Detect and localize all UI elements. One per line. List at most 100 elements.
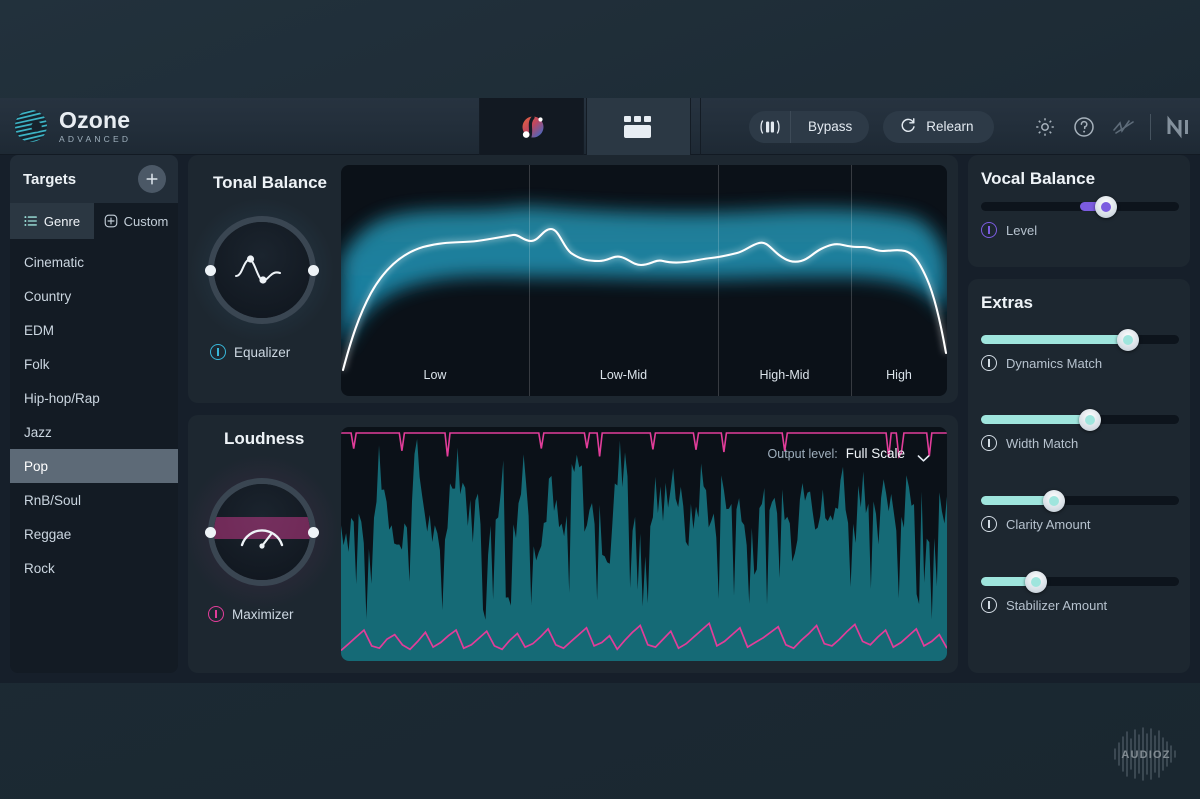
equalizer-caption[interactable]: Equalizer [210, 344, 290, 360]
vocal-level-slider-row: Level [981, 195, 1179, 238]
vocal-balance-title: Vocal Balance [981, 169, 1096, 188]
power-icon[interactable] [981, 222, 997, 238]
modules-grid-icon [623, 115, 654, 138]
vocal-level-label-row[interactable]: Level [981, 222, 1179, 238]
vocal-level-slider-thumb[interactable] [1094, 195, 1117, 218]
header-icon-group [1033, 98, 1190, 155]
vocal-level-label: Level [1006, 222, 1038, 238]
ozone-logo-icon [12, 107, 50, 145]
power-icon[interactable] [208, 606, 224, 622]
tonal-balance-graph[interactable]: Low Low-Mid High-Mid High [341, 165, 947, 396]
genre-item-hiphop-rap[interactable]: Hip-hop/Rap [10, 381, 178, 415]
output-level-value: Full Scale [845, 446, 905, 461]
ozone-logo-subtitle: ADVANCED [59, 133, 132, 144]
center-column: Tonal Balance Equalizer Low Low-Mid High… [182, 155, 958, 673]
width-match-row: Width Match [981, 408, 1179, 451]
equalizer-knob-min-dot [205, 264, 216, 276]
band-divider-1 [529, 165, 530, 396]
band-label-high-mid: High-Mid [759, 368, 810, 382]
vocal-level-slider[interactable] [981, 195, 1179, 218]
clarity-amount-label-row[interactable]: Clarity Amount [981, 516, 1179, 532]
dynamics-match-slider-thumb[interactable] [1116, 328, 1139, 351]
refresh-icon [899, 116, 917, 137]
genre-item-pop[interactable]: Pop [10, 449, 178, 483]
width-match-slider[interactable] [981, 408, 1179, 431]
ozone-logo-title: Ozone [59, 106, 131, 133]
app-root: Ozone ADVANCED Bypass Relearn Targets Ge… [0, 0, 1200, 799]
power-icon[interactable] [981, 355, 997, 371]
clarity-amount-slider[interactable] [981, 489, 1179, 512]
power-icon[interactable] [981, 435, 997, 451]
output-level-control[interactable]: Output level: Full Scale [767, 446, 930, 462]
power-icon[interactable] [210, 344, 226, 360]
genre-item-cinematic[interactable]: Cinematic [10, 245, 178, 279]
eq-curve-icon [214, 222, 310, 318]
bypass-button[interactable]: Bypass [791, 111, 869, 143]
signal-wave-icon[interactable] [1111, 115, 1135, 139]
header-divider [1150, 113, 1151, 140]
spectrum-plot [341, 206, 947, 372]
genre-item-edm[interactable]: EDM [10, 313, 178, 347]
right-column: Vocal Balance Level Extras Dynamics Matc… [968, 155, 1190, 673]
maximizer-label: Maximizer [232, 606, 294, 622]
maximizer-knob[interactable] [205, 478, 319, 586]
assistant-orb-icon [517, 112, 547, 142]
stabilizer-amount-label: Stabilizer Amount [1006, 597, 1108, 613]
targets-tabs: Genre Custom [10, 203, 178, 239]
ozone-logo: Ozone ADVANCED [12, 107, 131, 145]
tab-master-assistant[interactable] [479, 98, 584, 155]
genre-item-folk[interactable]: Folk [10, 347, 178, 381]
gauge-icon [214, 484, 310, 580]
dynamics-match-label: Dynamics Match [1006, 355, 1103, 371]
maximizer-knob-group: Maximizer [182, 452, 342, 622]
bypass-group[interactable]: Bypass [749, 110, 870, 143]
band-label-low-mid: Low-Mid [599, 368, 648, 382]
power-icon[interactable] [981, 516, 997, 532]
output-level-label: Output level: [767, 446, 838, 461]
tab-genre-label: Genre [43, 213, 81, 229]
native-instruments-logo [1166, 115, 1190, 139]
tonal-balance-title: Tonal Balance [213, 173, 327, 192]
vocal-balance-card: Vocal Balance Level [968, 155, 1190, 267]
genre-item-reggae[interactable]: Reggae [10, 517, 178, 551]
watermark-waveform-icon: AUDIOZ [1114, 727, 1176, 781]
gear-icon[interactable] [1033, 115, 1057, 139]
stabilizer-amount-slider[interactable] [981, 570, 1179, 593]
tab-modules[interactable] [586, 98, 691, 155]
dynamics-match-slider[interactable] [981, 328, 1179, 351]
genre-item-jazz[interactable]: Jazz [10, 415, 178, 449]
tab-genre[interactable]: Genre [10, 203, 94, 239]
add-target-button[interactable] [138, 165, 166, 193]
dynamics-match-label-row[interactable]: Dynamics Match [981, 355, 1179, 371]
maximizer-knob-min-dot [205, 526, 216, 538]
genre-item-rock[interactable]: Rock [10, 551, 178, 585]
plus-circle-icon [104, 214, 118, 228]
band-divider-3 [851, 165, 852, 396]
stabilizer-amount-label-row[interactable]: Stabilizer Amount [981, 597, 1179, 613]
extras-title: Extras [981, 293, 1033, 312]
plugin-header: Ozone ADVANCED Bypass Relearn [0, 98, 1200, 155]
help-circle-icon[interactable] [1072, 115, 1096, 139]
equalizer-knob-max-dot [308, 264, 319, 276]
ab-compare-icon[interactable] [749, 110, 791, 143]
maximizer-caption[interactable]: Maximizer [208, 606, 294, 622]
clarity-amount-slider-thumb[interactable] [1043, 489, 1066, 512]
plugin-body: Targets Genre Custom Cinematic Country E… [0, 155, 1200, 683]
genre-item-country[interactable]: Country [10, 279, 178, 313]
equalizer-knob[interactable] [205, 216, 319, 324]
relearn-button[interactable]: Relearn [883, 110, 994, 143]
stabilizer-amount-row: Stabilizer Amount [981, 570, 1179, 613]
width-match-label-row[interactable]: Width Match [981, 435, 1179, 451]
power-icon[interactable] [981, 597, 997, 613]
width-match-slider-thumb[interactable] [1078, 408, 1101, 431]
ozone-plugin-window: Ozone ADVANCED Bypass Relearn Targets Ge… [0, 98, 1200, 683]
tab-custom[interactable]: Custom [94, 203, 178, 239]
chevron-down-icon[interactable] [917, 450, 930, 462]
loudness-waveform-plot [341, 432, 947, 661]
relearn-label: Relearn [926, 119, 974, 134]
tab-custom-label: Custom [123, 213, 169, 229]
loudness-graph[interactable]: Output level: Full Scale [341, 427, 947, 661]
extras-card: Extras Dynamics Match Width Match Clarit… [968, 279, 1190, 673]
stabilizer-amount-slider-thumb[interactable] [1025, 570, 1048, 593]
genre-item-rnb-soul[interactable]: RnB/Soul [10, 483, 178, 517]
